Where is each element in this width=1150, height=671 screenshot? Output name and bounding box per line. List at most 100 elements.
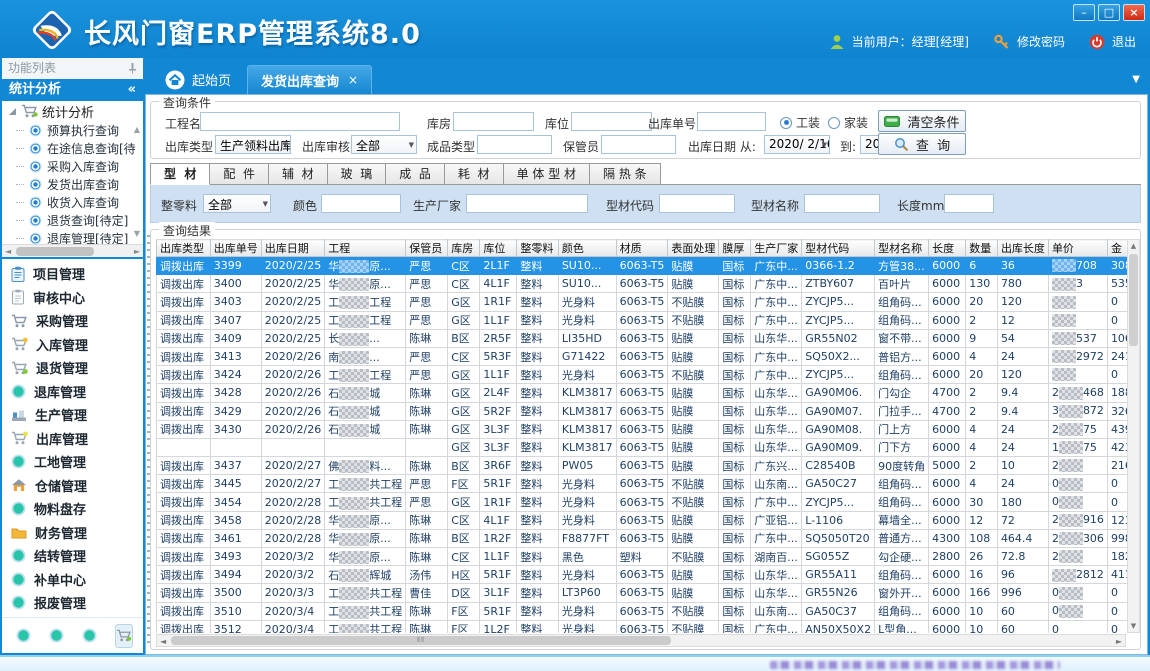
table-row[interactable]: 调拨出库34002020/2/25华原...严思C区4L1F整料SU10...6… (157, 275, 1136, 293)
table-row[interactable]: 调拨出库34032020/2/25工工程严思G区1R1F整料光身料6063-T5… (157, 293, 1136, 311)
tree-scroll-down-icon[interactable]: ▼ (134, 229, 140, 238)
material-tab[interactable]: 单 体 型 材 (504, 163, 590, 185)
change-password-link[interactable]: 修改密码 (1017, 33, 1065, 50)
location-input[interactable] (571, 112, 652, 131)
search-button[interactable]: 查 询 (878, 133, 966, 155)
scroll-thumb[interactable]: ⦀⦀ (171, 636, 671, 645)
factory-input[interactable] (466, 194, 588, 213)
logout-link[interactable]: 退出 (1112, 33, 1136, 50)
keeper-input[interactable] (601, 135, 676, 154)
column-header[interactable]: 出库类型 (157, 240, 211, 257)
tree-item[interactable]: 在途信息查询[待 (2, 139, 143, 157)
column-header[interactable]: 数量 (966, 240, 998, 257)
scroll-left-icon[interactable]: ◄ (160, 637, 166, 646)
table-row[interactable]: 调拨出库34542020/2/28工共工程严思G区1R1F整料光身料6063-T… (157, 493, 1136, 511)
scroll-down-icon[interactable]: ▼ (1128, 622, 1139, 630)
order-no-input[interactable] (697, 112, 766, 131)
radio-work-wear[interactable]: 工装 (780, 114, 820, 131)
date-from-select[interactable]: 2020/ 2/16▼ (764, 135, 830, 154)
sidebar-item-circle[interactable]: 退库管理 (2, 380, 143, 404)
table-row[interactable]: 调拨出库34582020/2/28华原...陈琳C区4L1F整料光身料6063-… (157, 511, 1136, 529)
table-row[interactable]: 调拨出库35002020/3/3工共工程曹佳D区3L1F整料LT3P606063… (157, 584, 1136, 602)
scroll-thumb[interactable] (1129, 254, 1138, 346)
table-row[interactable]: 调拨出库34612020/2/28华原...陈琳B区1R2F整料F8877FT6… (157, 529, 1136, 547)
sidebar-item-production[interactable]: 生产管理 (2, 403, 143, 427)
column-header[interactable]: 颜色 (558, 240, 616, 257)
circle-icon[interactable] (82, 628, 97, 643)
table-row[interactable]: 调拨出库34132020/2/26南...严思C区5R3F整料G71422606… (157, 347, 1136, 365)
length-input[interactable] (944, 194, 994, 213)
column-header[interactable]: 整零料 (517, 240, 558, 257)
table-row[interactable]: 调拨出库35122020/3/4工共工程陈琳F区1L2F整料光身料6063-T5… (157, 620, 1136, 633)
sidebar-item-warehouse[interactable]: 仓储管理 (2, 474, 143, 498)
sidebar-item-circle[interactable]: 物料盘存 (2, 497, 143, 521)
column-header[interactable]: 生产厂家 (751, 240, 802, 257)
table-row[interactable]: 调拨出库34092020/2/25长...陈琳B区2R5F整料LI35HD606… (157, 329, 1136, 347)
warehouse-input[interactable] (453, 112, 534, 131)
table-row[interactable]: 调拨出库34282020/2/26石城陈琳G区2L4F整料KLM38176063… (157, 384, 1136, 402)
table-row[interactable]: 调拨出库33992020/2/25华原...严思C区2L1F整料SU10...6… (157, 257, 1136, 275)
column-header[interactable]: 出库单号 (210, 240, 261, 257)
code-input[interactable] (659, 194, 735, 213)
sidebar-item-cart[interactable]: 采购管理 (2, 309, 143, 333)
tab-active[interactable]: 发货出库查询 × (247, 65, 372, 94)
table-row[interactable]: 调拨出库34072020/2/25工工程严思G区1L1F整料光身料6063-T5… (157, 311, 1136, 329)
close-button[interactable]: × (1123, 4, 1145, 21)
tab-close-icon[interactable]: × (348, 73, 358, 87)
column-header[interactable]: 型材代码 (802, 240, 875, 257)
column-header[interactable]: 单价 (1048, 240, 1107, 257)
table-row[interactable]: 调拨出库34302020/2/26石城陈琳G区3L3F整料KLM38176063… (157, 420, 1136, 438)
column-header[interactable]: 工程 (325, 240, 406, 257)
scroll-right-icon[interactable]: ► (134, 247, 140, 256)
maximize-button[interactable]: □ (1098, 4, 1120, 21)
scroll-up-icon[interactable]: ▲ (1128, 242, 1139, 250)
radio-home-wear[interactable]: 家装 (828, 114, 868, 131)
cart-button[interactable] (115, 624, 133, 648)
sidebar-item-circle[interactable]: 补单中心 (2, 568, 143, 592)
column-header[interactable]: 出库长度 (997, 240, 1048, 257)
name-input[interactable] (804, 194, 880, 213)
column-header[interactable]: 出库日期 (261, 240, 324, 257)
material-tab[interactable]: 玻 璃 (328, 163, 387, 185)
material-tab[interactable]: 成 品 (386, 163, 445, 185)
scroll-left-icon[interactable]: ◄ (5, 247, 11, 256)
sidebar-item-audit[interactable]: 审核中心 (2, 286, 143, 310)
material-tab[interactable]: 型 材 (150, 163, 210, 185)
tab-home[interactable]: 起始页 (149, 65, 247, 94)
column-header[interactable]: 材质 (616, 240, 668, 257)
column-header[interactable]: 长度 (929, 240, 966, 257)
sidebar-item-cart-in[interactable]: 入库管理 (2, 333, 143, 357)
sidebar-item-finance[interactable]: 财务管理 (2, 521, 143, 545)
clear-conditions-button[interactable]: 清空条件 (878, 110, 966, 132)
material-tab[interactable]: 耗 材 (445, 163, 504, 185)
sidebar-item-cart-return[interactable]: 退货管理 (2, 356, 143, 380)
tree-item[interactable]: 发货出库查询 (2, 175, 143, 193)
grid-hscrollbar[interactable]: ◄ ⦀⦀ ► (156, 634, 1126, 647)
minimize-button[interactable]: – (1073, 4, 1095, 21)
sidebar-item-cart-out[interactable]: 出库管理 (2, 427, 143, 451)
tree-root[interactable]: 统计分析 (2, 101, 143, 121)
color-input[interactable] (321, 194, 401, 213)
table-row[interactable]: 调拨出库34242020/2/26工工程严思G区1L1F整料光身料6063-T5… (157, 366, 1136, 384)
material-tab[interactable]: 隔 热 条 (590, 163, 661, 185)
material-tab[interactable]: 辅 材 (269, 163, 328, 185)
sidebar-item-circle[interactable]: 结转管理 (2, 544, 143, 568)
table-row[interactable]: 调拨出库34932020/3/2华原...陈琳C区1L1F整料黑色塑料不贴膜国标… (157, 548, 1136, 566)
zl-select[interactable]: 全部▼ (203, 194, 271, 213)
table-row[interactable]: 调拨出库34942020/3/2石辉城汤伟H区5R1F整料光身料6063-T5贴… (157, 566, 1136, 584)
tree-item[interactable]: 采购入库查询 (2, 157, 143, 175)
table-row[interactable]: 调拨出库35102020/3/4工共工程陈琳F区5R1F整料光身料6063-T5… (157, 602, 1136, 620)
scroll-right-icon[interactable]: ► (1116, 637, 1122, 646)
sidebar-item-circle[interactable]: 报废管理 (2, 591, 143, 615)
circle-icon[interactable] (49, 628, 64, 643)
tree-item[interactable]: 收货入库查询 (2, 193, 143, 211)
tree-scroll-up-icon[interactable]: ▲ (134, 125, 140, 134)
scroll-thumb[interactable] (16, 247, 94, 256)
column-header[interactable]: 库位 (480, 240, 517, 257)
column-header[interactable]: 保管员 (406, 240, 448, 257)
pin-icon[interactable] (128, 63, 137, 74)
table-row[interactable]: 调拨出库34452020/2/27工共工程严思F区5R1F整料光身料6063-T… (157, 475, 1136, 493)
sidebar-item-clipboard[interactable]: 项目管理 (2, 262, 143, 286)
product-type-input[interactable] (477, 135, 552, 154)
tree-item[interactable]: 预算执行查询 (2, 121, 143, 139)
